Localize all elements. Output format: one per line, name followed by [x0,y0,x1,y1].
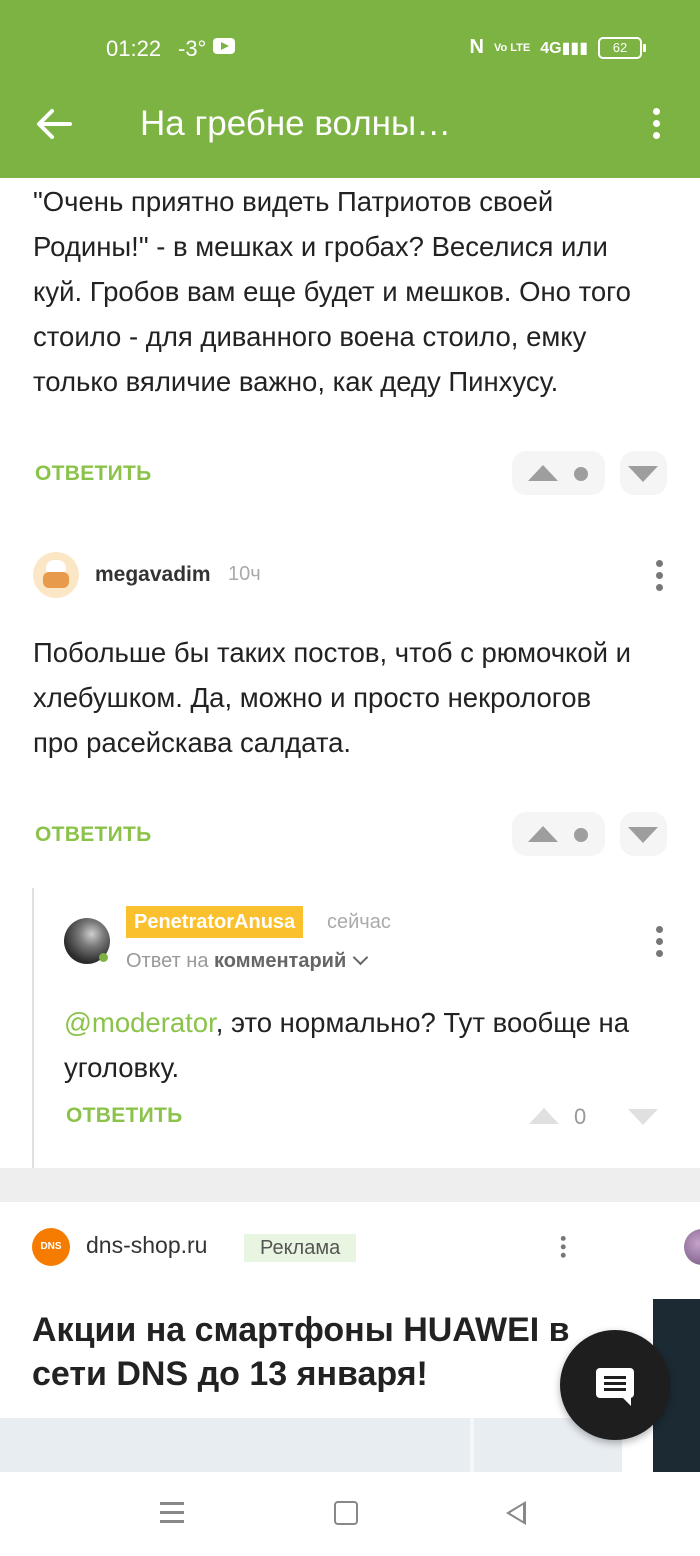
home-icon[interactable] [334,1501,358,1525]
nfc-icon: N [469,36,484,58]
recent-apps-icon[interactable] [160,1502,184,1505]
reply-button[interactable]: ОТВЕТИТЬ [35,823,152,847]
back-icon[interactable] [506,1501,526,1525]
upvote-icon[interactable] [529,1108,559,1124]
chevron-down-icon [352,949,369,966]
comment-icon [596,1368,634,1406]
comment-menu-icon[interactable] [652,560,666,596]
reply-to-link[interactable]: Ответ на комментарий [126,949,369,973]
comment-text: @moderator, это нормально? Тут вообще на… [64,1007,630,1083]
downvote-icon[interactable] [628,466,658,482]
more-vert-icon[interactable] [648,108,664,142]
ad-site[interactable]: dns-shop.ru [86,1232,207,1259]
status-icons: N Vo LTE 4G▮▮▮ 62 [469,36,646,59]
comment-time: сейчас [327,911,391,933]
upvote-icon[interactable] [528,826,558,842]
reply-button[interactable]: ОТВЕТИТЬ [66,1104,183,1128]
mention-link[interactable]: @moderator [64,1007,216,1038]
comment-menu-icon[interactable] [652,926,666,962]
ad-menu-icon[interactable] [558,1236,568,1261]
section-separator [0,1168,700,1202]
upvote-icon[interactable] [528,465,558,481]
comment-username[interactable]: megavadim [95,563,211,587]
status-time: 01:22 [106,36,162,61]
youtube-notification-icon [213,38,235,54]
system-nav-bar [0,1472,700,1556]
ad-image[interactable] [0,1418,622,1472]
page-title: На гребне волны… [140,104,452,143]
score-dot-icon [574,828,588,842]
battery-icon: 62 [598,36,646,59]
reply-button[interactable]: ОТВЕТИТЬ [35,462,152,486]
downvote-icon[interactable] [628,827,658,843]
ad-badge: Реклама [244,1234,357,1262]
signal-icon: 4G▮▮▮ [540,39,588,57]
downvote-icon[interactable] [628,1109,658,1125]
vote-up-box [512,451,605,495]
comment-username[interactable]: PenetratorAnusa [126,906,304,938]
avatar[interactable] [64,918,110,964]
vote-up-box [512,812,605,856]
avatar[interactable] [33,552,79,598]
volte-icon: Vo LTE [493,41,531,54]
comment-fab-button[interactable] [560,1330,670,1440]
dns-logo-icon: DNS [32,1228,70,1266]
status-temperature: -3° [178,36,207,61]
vote-down-box [620,451,667,495]
ad-title[interactable]: Акции на смартфоны HUAWEI в сети DNS до … [32,1308,592,1396]
app-header: 01:22 -3° N Vo LTE 4G▮▮▮ 62 На гребне во… [0,0,700,178]
comment-text: "Очень приятно видеть Патриотов своей Ро… [33,186,631,397]
avatar [684,1229,700,1265]
reply-thread-line [32,888,34,1170]
score-value: 0 [574,1104,587,1129]
ad-card-next[interactable] [653,1202,700,1472]
vote-down-box [620,812,667,856]
comment-text: Побольше бы таких постов, чтоб с рюмочко… [33,637,632,758]
back-arrow-icon[interactable] [34,106,74,142]
comment-time: 10ч [228,563,261,585]
score-dot-icon [574,467,588,481]
